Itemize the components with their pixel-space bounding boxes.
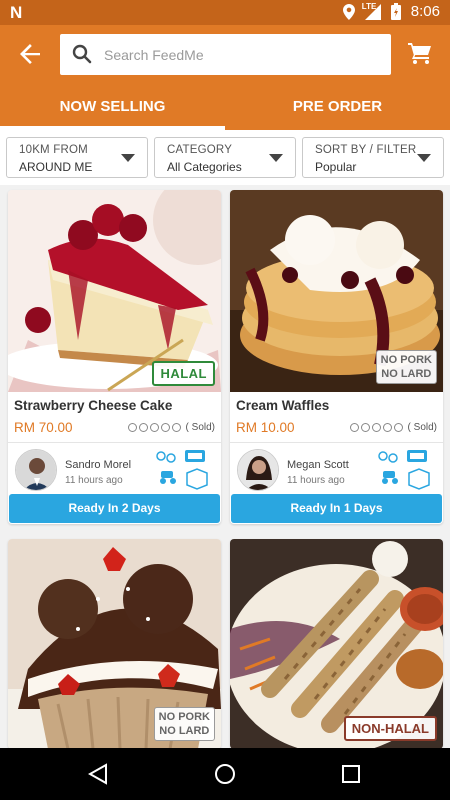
- product-grid: HALAL Strawberry Cheese Cake RM 70.00 ( …: [0, 185, 450, 748]
- price-row: RM 10.00 ( Sold): [230, 416, 443, 438]
- back-button[interactable]: [18, 41, 44, 67]
- back-triangle-icon[interactable]: [88, 763, 108, 785]
- price-row: RM 70.00 ( Sold): [8, 416, 221, 438]
- seller-row[interactable]: Sandro Morel 11 hours ago: [8, 443, 221, 494]
- product-price: RM 70.00: [14, 419, 73, 435]
- category-filter-dropdown[interactable]: CATEGORY All Categories: [154, 137, 296, 178]
- post-time: 11 hours ago: [65, 475, 123, 486]
- badge-line: NO PORK: [158, 711, 210, 723]
- delivery-options-icon: [156, 450, 208, 490]
- star-icon: [127, 422, 137, 432]
- filter-bar: 10KM FROM AROUND ME CATEGORY All Categor…: [0, 130, 450, 185]
- app-bar: NOW SELLING PRE ORDER: [0, 25, 450, 130]
- filter-value: AROUND ME: [19, 160, 93, 174]
- rating: ( Sold): [349, 421, 437, 433]
- seller-name: Sandro Morel: [65, 459, 132, 471]
- seller-avatar[interactable]: [15, 449, 57, 491]
- seller-name: Megan Scott: [287, 459, 349, 471]
- product-image[interactable]: NO PORK NO LARD: [230, 190, 443, 392]
- product-image[interactable]: NON-HALAL: [230, 539, 443, 748]
- recents-square-icon[interactable]: [342, 763, 360, 785]
- non-halal-badge: NON-HALAL: [343, 716, 437, 741]
- no-pork-badge: NO PORK NO LARD: [153, 707, 215, 741]
- star-icon: [349, 422, 359, 432]
- product-card[interactable]: HALAL Strawberry Cheese Cake RM 70.00 ( …: [8, 190, 221, 524]
- badge-line: NO LARD: [159, 725, 210, 737]
- arrow-left-icon: [20, 44, 40, 64]
- status-bar: N LTE 8:06: [0, 0, 450, 25]
- network-type: LTE: [361, 1, 377, 11]
- cart-button[interactable]: [408, 42, 432, 69]
- star-icon: [160, 422, 170, 432]
- badge-line: NO PORK: [380, 354, 432, 366]
- battery-icon: [390, 3, 401, 20]
- search-icon: [72, 44, 92, 64]
- star-icon: [371, 422, 381, 432]
- product-title[interactable]: Cream Waffles: [230, 392, 443, 416]
- rating: ( Sold): [127, 421, 215, 433]
- halal-badge: HALAL: [152, 361, 215, 386]
- caret-down-icon: [417, 154, 431, 162]
- tab-bar: NOW SELLING PRE ORDER: [0, 85, 450, 130]
- tab-now-selling[interactable]: NOW SELLING: [0, 85, 225, 130]
- distance-filter-dropdown[interactable]: 10KM FROM AROUND ME: [6, 137, 148, 178]
- star-icon: [171, 422, 181, 432]
- product-card[interactable]: NON-HALAL: [230, 539, 443, 748]
- delivery-options-icon: [378, 450, 430, 490]
- badge-line: NO LARD: [381, 368, 432, 380]
- sold-count: ( Sold): [407, 421, 437, 433]
- sort-filter-dropdown[interactable]: SORT BY / FILTER Popular: [302, 137, 444, 178]
- caret-down-icon: [121, 154, 135, 162]
- shopping-cart-icon: [408, 43, 431, 64]
- product-price: RM 10.00: [236, 419, 295, 435]
- tab-pre-order[interactable]: PRE ORDER: [225, 85, 450, 130]
- star-icon: [382, 422, 392, 432]
- search-bar[interactable]: [60, 34, 391, 75]
- caret-down-icon: [269, 154, 283, 162]
- system-navigation-bar: [0, 748, 450, 800]
- seller-row[interactable]: Megan Scott 11 hours ago: [230, 443, 443, 494]
- product-card[interactable]: NO PORK NO LARD Cream Waffles RM 10.00 (…: [230, 190, 443, 524]
- app-notification-icon: N: [10, 3, 23, 22]
- seller-avatar[interactable]: [237, 449, 279, 491]
- ready-status-button[interactable]: Ready In 2 Days: [9, 494, 220, 523]
- home-circle-icon[interactable]: [214, 763, 236, 785]
- search-input[interactable]: [104, 34, 384, 75]
- no-pork-badge: NO PORK NO LARD: [375, 350, 437, 384]
- product-card[interactable]: NO PORK NO LARD: [8, 539, 221, 748]
- signal-icon: LTE: [361, 1, 381, 20]
- location-icon: [342, 3, 355, 20]
- product-image[interactable]: NO PORK NO LARD: [8, 539, 221, 748]
- filter-value: Popular: [315, 160, 357, 174]
- filter-value: All Categories: [167, 160, 242, 174]
- star-icon: [149, 422, 159, 432]
- post-time: 11 hours ago: [287, 475, 345, 486]
- star-icon: [138, 422, 148, 432]
- sold-count: ( Sold): [185, 421, 215, 433]
- product-image[interactable]: HALAL: [8, 190, 221, 392]
- ready-status-button[interactable]: Ready In 1 Days: [231, 494, 442, 523]
- star-icon: [393, 422, 403, 432]
- star-icon: [360, 422, 370, 432]
- product-title[interactable]: Strawberry Cheese Cake: [8, 392, 221, 416]
- clock: 8:06: [410, 3, 440, 20]
